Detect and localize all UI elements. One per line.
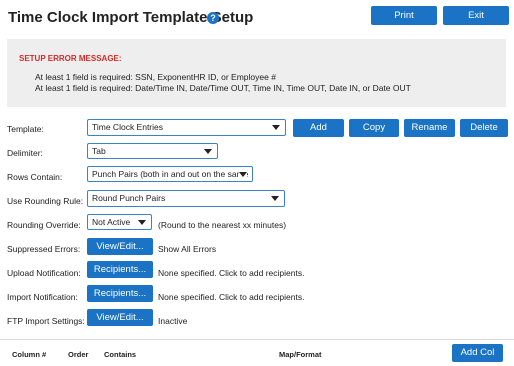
error-panel: SETUP ERROR MESSAGE: At least 1 field is… bbox=[7, 39, 506, 107]
rounding-override-value: Not Active bbox=[92, 217, 131, 227]
template-select[interactable]: Time Clock Entries bbox=[87, 119, 286, 136]
rows-contain-select[interactable]: Punch Pairs (both in and out on the same bbox=[87, 166, 253, 182]
error-line-1: At least 1 field is required: SSN, Expon… bbox=[35, 72, 276, 82]
column-header-contains: Contains bbox=[104, 350, 137, 359]
rounding-rule-select[interactable]: Round Punch Pairs bbox=[87, 190, 285, 207]
rounding-override-label: Rounding Override: bbox=[7, 220, 81, 230]
import-notification-label: Import Notification: bbox=[7, 292, 78, 302]
add-template-button[interactable]: Add bbox=[293, 119, 344, 137]
chevron-down-icon bbox=[239, 172, 247, 177]
chevron-down-icon bbox=[272, 125, 280, 130]
template-label: Template: bbox=[7, 124, 44, 134]
rounding-override-select[interactable]: Not Active bbox=[87, 214, 152, 230]
delete-template-button[interactable]: Delete bbox=[460, 119, 508, 137]
rows-contain-label: Rows Contain: bbox=[7, 172, 63, 182]
column-header-order: Order bbox=[68, 350, 89, 359]
help-icon[interactable]: ? bbox=[207, 12, 219, 24]
rounding-rule-value: Round Punch Pairs bbox=[92, 193, 166, 203]
upload-notification-label: Upload Notification: bbox=[7, 268, 81, 278]
import-notification-recipients-button[interactable]: Recipients... bbox=[87, 285, 153, 302]
error-line-2: At least 1 field is required: Date/Time … bbox=[35, 83, 411, 93]
suppressed-errors-note: Show All Errors bbox=[158, 244, 217, 254]
rounding-rule-label: Use Rounding Rule: bbox=[7, 196, 84, 206]
upload-notification-recipients-button[interactable]: Recipients... bbox=[87, 261, 153, 278]
delimiter-select[interactable]: Tab bbox=[87, 143, 218, 159]
upload-notification-note[interactable]: None specified. Click to add recipients. bbox=[158, 268, 304, 278]
import-notification-note[interactable]: None specified. Click to add recipients. bbox=[158, 292, 304, 302]
ftp-import-view-edit-button[interactable]: View/Edit... bbox=[87, 309, 153, 326]
column-header-map-format: Map/Format bbox=[279, 350, 322, 359]
rows-contain-value: Punch Pairs (both in and out on the same bbox=[92, 169, 249, 179]
template-value: Time Clock Entries bbox=[92, 122, 164, 132]
chevron-down-icon bbox=[204, 149, 212, 154]
add-col-button[interactable]: Add Col bbox=[452, 344, 503, 362]
column-header-column-number: Column # bbox=[12, 350, 47, 359]
print-button[interactable]: Print bbox=[371, 6, 437, 25]
chevron-down-icon bbox=[271, 196, 279, 201]
exit-button[interactable]: Exit bbox=[443, 6, 509, 25]
ftp-import-label: FTP Import Settings: bbox=[7, 316, 85, 326]
ftp-import-note: Inactive bbox=[158, 316, 188, 326]
delimiter-value: Tab bbox=[92, 146, 106, 156]
copy-template-button[interactable]: Copy bbox=[349, 119, 399, 137]
rounding-override-note: (Round to the nearest xx minutes) bbox=[158, 220, 287, 230]
error-heading: SETUP ERROR MESSAGE: bbox=[19, 54, 122, 63]
delimiter-label: Delimiter: bbox=[7, 148, 43, 158]
chevron-down-icon bbox=[138, 220, 146, 225]
rename-template-button[interactable]: Rename bbox=[404, 119, 455, 137]
suppressed-errors-view-edit-button[interactable]: View/Edit... bbox=[87, 238, 153, 255]
suppressed-errors-label: Suppressed Errors: bbox=[7, 244, 81, 254]
